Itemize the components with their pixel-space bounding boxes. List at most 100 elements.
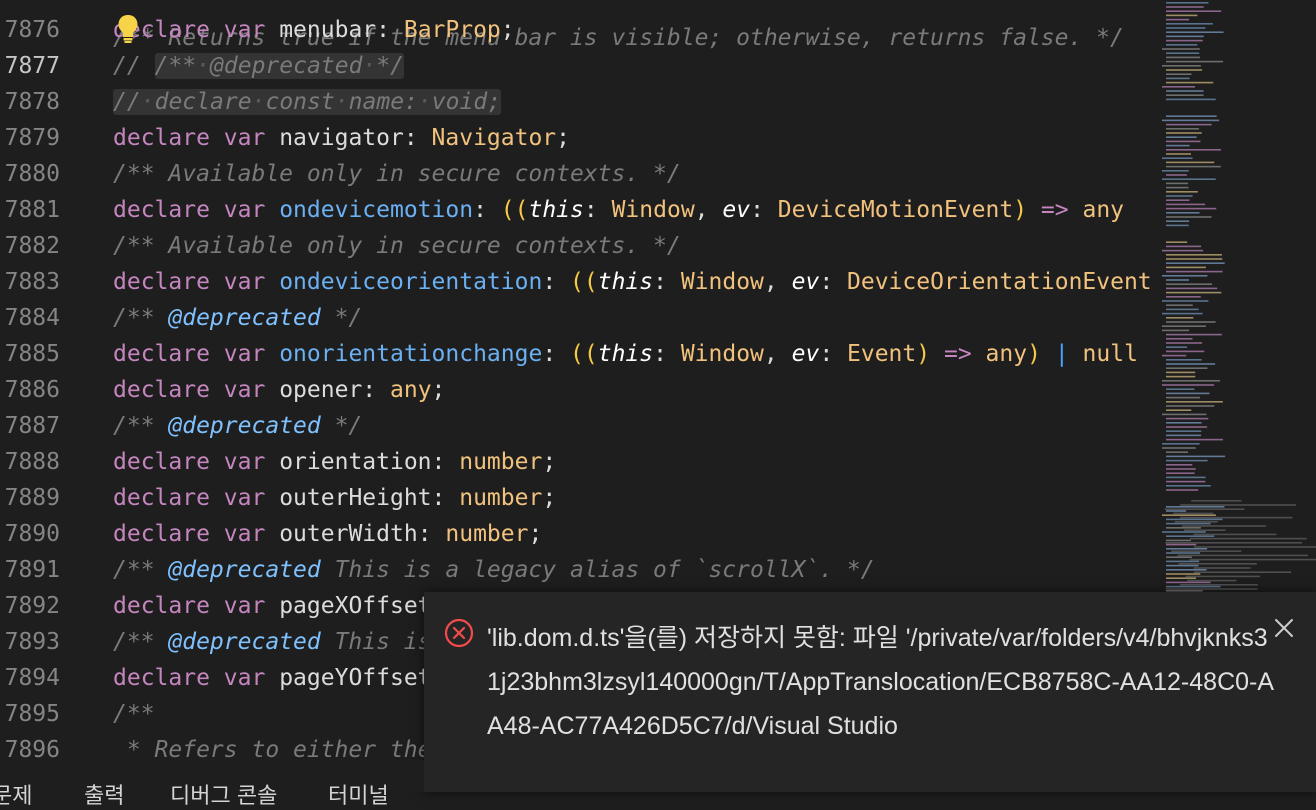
minimap-line <box>1166 258 1223 260</box>
code-token: : <box>431 449 460 475</box>
line-number: 7885 <box>4 341 60 367</box>
tab-terminal[interactable]: 터미널 <box>328 778 389 810</box>
minimap-line <box>1166 304 1193 306</box>
minimap-line <box>1166 27 1206 29</box>
code-token: //·declare·const·name:·void; <box>113 89 502 115</box>
minimap-line <box>1166 451 1189 453</box>
code-text: declare var outerHeight: number; <box>113 480 556 516</box>
minimap-line <box>1166 6 1204 8</box>
minimap-line <box>1166 548 1208 550</box>
minimap-line <box>1166 123 1212 126</box>
minimap-line <box>1166 287 1218 290</box>
code-text: /** Available only in secure contexts. *… <box>113 228 681 264</box>
minimap-line <box>1165 588 1258 590</box>
minimap-line <box>1166 489 1199 491</box>
code-text: declare var ondevicemotion: ((this: Wind… <box>113 192 1124 228</box>
minimap-line <box>1166 342 1203 344</box>
code-token: @deprecated <box>168 305 321 331</box>
code-token: : <box>376 17 404 43</box>
code-token: ondevicemotion <box>279 197 474 223</box>
code-token: /** <box>113 629 169 655</box>
minimap-line <box>1166 207 1217 210</box>
code-token: ) <box>916 341 931 367</box>
line-number: 7886 <box>4 377 60 403</box>
code-token: | <box>1054 341 1069 367</box>
minimap-line <box>1166 434 1202 437</box>
minimap-line <box>1173 512 1214 515</box>
minimap-line <box>1166 459 1208 462</box>
line-number: 7877 <box>4 53 60 79</box>
minimap-line <box>1166 165 1221 168</box>
code-token: onorientationchange <box>279 341 543 367</box>
minimap-line <box>1166 191 1198 193</box>
minimap-line <box>1166 359 1202 361</box>
code-token: : <box>819 341 848 367</box>
code-token: this <box>528 197 584 223</box>
minimap-line <box>1162 413 1207 416</box>
code-token: (( <box>570 269 598 295</box>
minimap-line <box>1166 321 1216 323</box>
minimap-line <box>1166 472 1195 474</box>
line-number: 7890 <box>4 521 60 547</box>
minimap-line <box>1166 333 1222 336</box>
code-token: DeviceOrientationEvent <box>847 269 1152 295</box>
minimap-line <box>1162 325 1206 327</box>
tab-output[interactable]: 출력 <box>84 778 124 810</box>
minimap-line <box>1166 216 1212 218</box>
minimap-line <box>1166 245 1202 248</box>
minimap-line <box>1166 485 1211 487</box>
code-token: , <box>694 197 723 223</box>
error-circle-icon <box>444 618 474 648</box>
line-number: 7896 <box>4 737 60 760</box>
tab-debug-console[interactable]: 디버그 콘솔 <box>170 778 277 810</box>
minimap-line <box>1166 56 1201 59</box>
minimap-line <box>1166 573 1201 575</box>
minimap-line <box>1166 455 1226 458</box>
code-token: number <box>459 449 543 475</box>
line-number: 7888 <box>4 449 60 475</box>
code-token: opener <box>279 377 363 403</box>
tab-problems[interactable]: 문제 <box>0 778 32 810</box>
minimap-line <box>1166 2 1209 4</box>
minimap-line <box>1180 504 1296 506</box>
minimap-line <box>1166 182 1189 185</box>
code-token: , <box>763 341 792 367</box>
code-token: orientation <box>279 449 432 475</box>
code-token: : <box>819 269 848 295</box>
minimap-line <box>1166 476 1206 479</box>
code-token: : <box>542 269 571 295</box>
minimap-line <box>1166 203 1206 206</box>
code-token: var <box>223 341 266 367</box>
minimap-line <box>1166 270 1223 273</box>
code-text: /** @deprecated */ <box>113 300 362 336</box>
code-token: Window <box>680 269 764 295</box>
minimap-line <box>1166 401 1223 403</box>
line-number: 7881 <box>4 197 60 223</box>
minimap-line <box>1162 170 1189 172</box>
minimap-line <box>1166 39 1203 42</box>
line-number: 7882 <box>4 233 60 259</box>
code-token: declare <box>113 377 210 403</box>
close-icon[interactable] <box>1270 614 1298 642</box>
minimap-line <box>1193 567 1251 569</box>
minimap-line <box>1166 577 1197 579</box>
lightbulb-icon[interactable] <box>117 14 139 44</box>
minimap-line <box>1166 296 1201 298</box>
code-token: DeviceMotionEvent <box>777 197 1014 223</box>
line-number: 7894 <box>4 665 60 691</box>
minimap-line <box>1166 480 1206 483</box>
minimap-line <box>1166 10 1222 12</box>
code-text: /** <box>113 696 155 732</box>
code-token: This is <box>320 629 432 655</box>
minimap-line <box>1166 539 1191 542</box>
code-token: declare <box>113 197 210 223</box>
code-text: * Refers to either the <box>113 732 432 760</box>
minimap-line <box>1191 500 1242 502</box>
code-token: pageXOffset <box>279 593 432 619</box>
